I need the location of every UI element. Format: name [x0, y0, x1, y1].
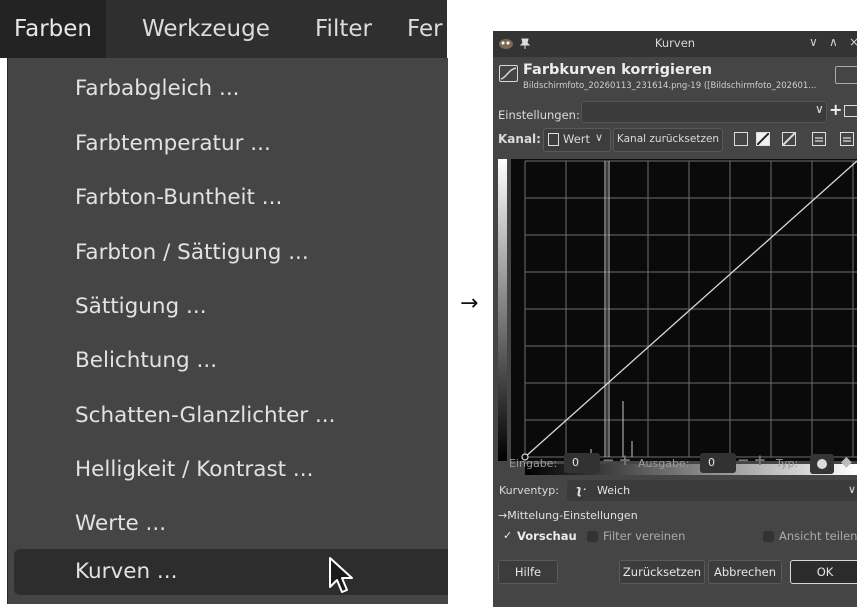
menu-item-kurven[interactable]: Kurven ...	[14, 549, 448, 595]
blending-options-expander[interactable]: →Mittelung-Einstellungen	[498, 509, 638, 522]
menu-item-schatten-glanzlichter[interactable]: Schatten-Glanzlichter ...	[14, 393, 448, 439]
menubar-item-werkzeuge[interactable]: Werkzeuge	[128, 0, 284, 58]
menubar-item-filter[interactable]: Filter	[301, 0, 386, 58]
output-stepper-buttons[interactable]: −+	[737, 451, 770, 469]
colors-menu-panel: Farben Werkzeuge Filter Fer Farbabgleich…	[0, 0, 448, 607]
chevron-down-icon: ∨	[848, 483, 857, 496]
corner-point-icon[interactable]: ◆	[841, 454, 852, 470]
curves-header-icon	[499, 65, 518, 82]
menu-item-helligkeit-kontrast[interactable]: Helligkeit / Kontrast ...	[14, 447, 448, 493]
type-label: Typ:	[776, 457, 799, 470]
menu-item-farbtemperatur[interactable]: Farbtemperatur ...	[14, 121, 448, 167]
output-label: Ausgabe:	[638, 457, 690, 470]
ok-button[interactable]: OK	[790, 560, 857, 584]
merge-filter-checkbox[interactable]	[587, 531, 598, 542]
input-value-field[interactable]: 0	[564, 453, 600, 473]
channel-value-icon	[548, 133, 559, 146]
minimize-button[interactable]: ∨	[809, 35, 818, 49]
add-preset-button[interactable]: +	[829, 100, 842, 119]
log-histogram-icon[interactable]	[756, 132, 770, 146]
mouse-pointer-icon	[329, 557, 353, 593]
linear-histogram-icon[interactable]	[734, 132, 748, 146]
settings-dropdown[interactable]	[581, 101, 827, 123]
dialog-heading: Farbkurven korrigieren	[523, 62, 713, 78]
menubar-item-fenster[interactable]: Fer	[393, 0, 457, 58]
curve-graph[interactable]	[511, 159, 857, 461]
chevron-down-icon[interactable]: ∨	[815, 102, 824, 116]
maximize-button[interactable]: ∧	[829, 35, 838, 49]
preview-checkbox[interactable]: ✓	[503, 529, 514, 542]
menu-item-werte[interactable]: Werte ...	[14, 501, 448, 547]
cancel-button[interactable]: Abbrechen	[708, 560, 782, 584]
curve-type-value: Weich	[597, 484, 631, 497]
preview-label: Vorschau	[517, 529, 577, 543]
output-value-field[interactable]: 0	[700, 453, 736, 473]
curve-type-dropdown[interactable]: ʅ‧ Weich ∨	[567, 480, 857, 501]
channel-label: Kanal:	[498, 132, 541, 146]
menu-item-farbabgleich[interactable]: Farbabgleich ...	[14, 66, 448, 112]
output-gradient-bar	[498, 159, 507, 461]
settings-label: Einstellungen:	[498, 108, 580, 122]
reset-button[interactable]: Zurücksetzen	[619, 560, 705, 584]
split-view-checkbox[interactable]	[763, 531, 774, 542]
farben-dropdown-menu: Farbabgleich ... Farbtemperatur ... Farb…	[7, 58, 448, 604]
reset-channel-button[interactable]: Kanal zurücksetzen	[613, 128, 723, 152]
menu-item-farbton-buntheit[interactable]: Farbton-Buntheit ...	[14, 175, 448, 221]
menubar: Farben Werkzeuge Filter Fer	[0, 0, 447, 58]
input-stepper-buttons[interactable]: −+	[602, 451, 635, 469]
image-preview-thumbnail	[835, 66, 857, 84]
menu-item-saettigung[interactable]: Sättigung ...	[14, 284, 448, 330]
close-button[interactable]: ×	[849, 35, 857, 49]
channel-dropdown[interactable]: Wert ∨	[543, 128, 611, 152]
help-button[interactable]: Hilfe	[498, 560, 558, 584]
image-subtitle: Bildschirmfoto_20260113_231614.png-19 ([…	[523, 81, 817, 91]
settings-menu-icon[interactable]	[844, 105, 857, 117]
transition-arrow: →	[460, 291, 479, 316]
curve-type-label: Kurventyp:	[499, 484, 559, 497]
input-label: Eingabe:	[509, 457, 558, 470]
menu-item-belichtung[interactable]: Belichtung ...	[14, 338, 448, 384]
curves-dialog: Kurven ∨ ∧ × Farbkurven korrigieren Bild…	[493, 31, 857, 607]
view-image-icon[interactable]	[812, 132, 826, 146]
merge-filter-label: Filter vereinen	[603, 529, 686, 543]
curve-mode-icon[interactable]	[782, 132, 796, 146]
menubar-item-farben[interactable]: Farben	[0, 0, 106, 58]
smooth-point-icon[interactable]	[810, 454, 834, 474]
chevron-down-icon: ∨	[595, 131, 604, 144]
dialog-title: Kurven	[654, 36, 696, 50]
split-view-label: Ansicht teilen	[779, 529, 857, 543]
smooth-curve-icon: ʅ‧	[575, 483, 587, 497]
dialog-titlebar[interactable]: Kurven ∨ ∧ ×	[493, 31, 857, 57]
view-split-icon[interactable]	[840, 132, 854, 146]
menu-item-farbton-saettigung[interactable]: Farbton / Sättigung ...	[14, 230, 448, 276]
channel-value: Wert	[563, 132, 591, 146]
